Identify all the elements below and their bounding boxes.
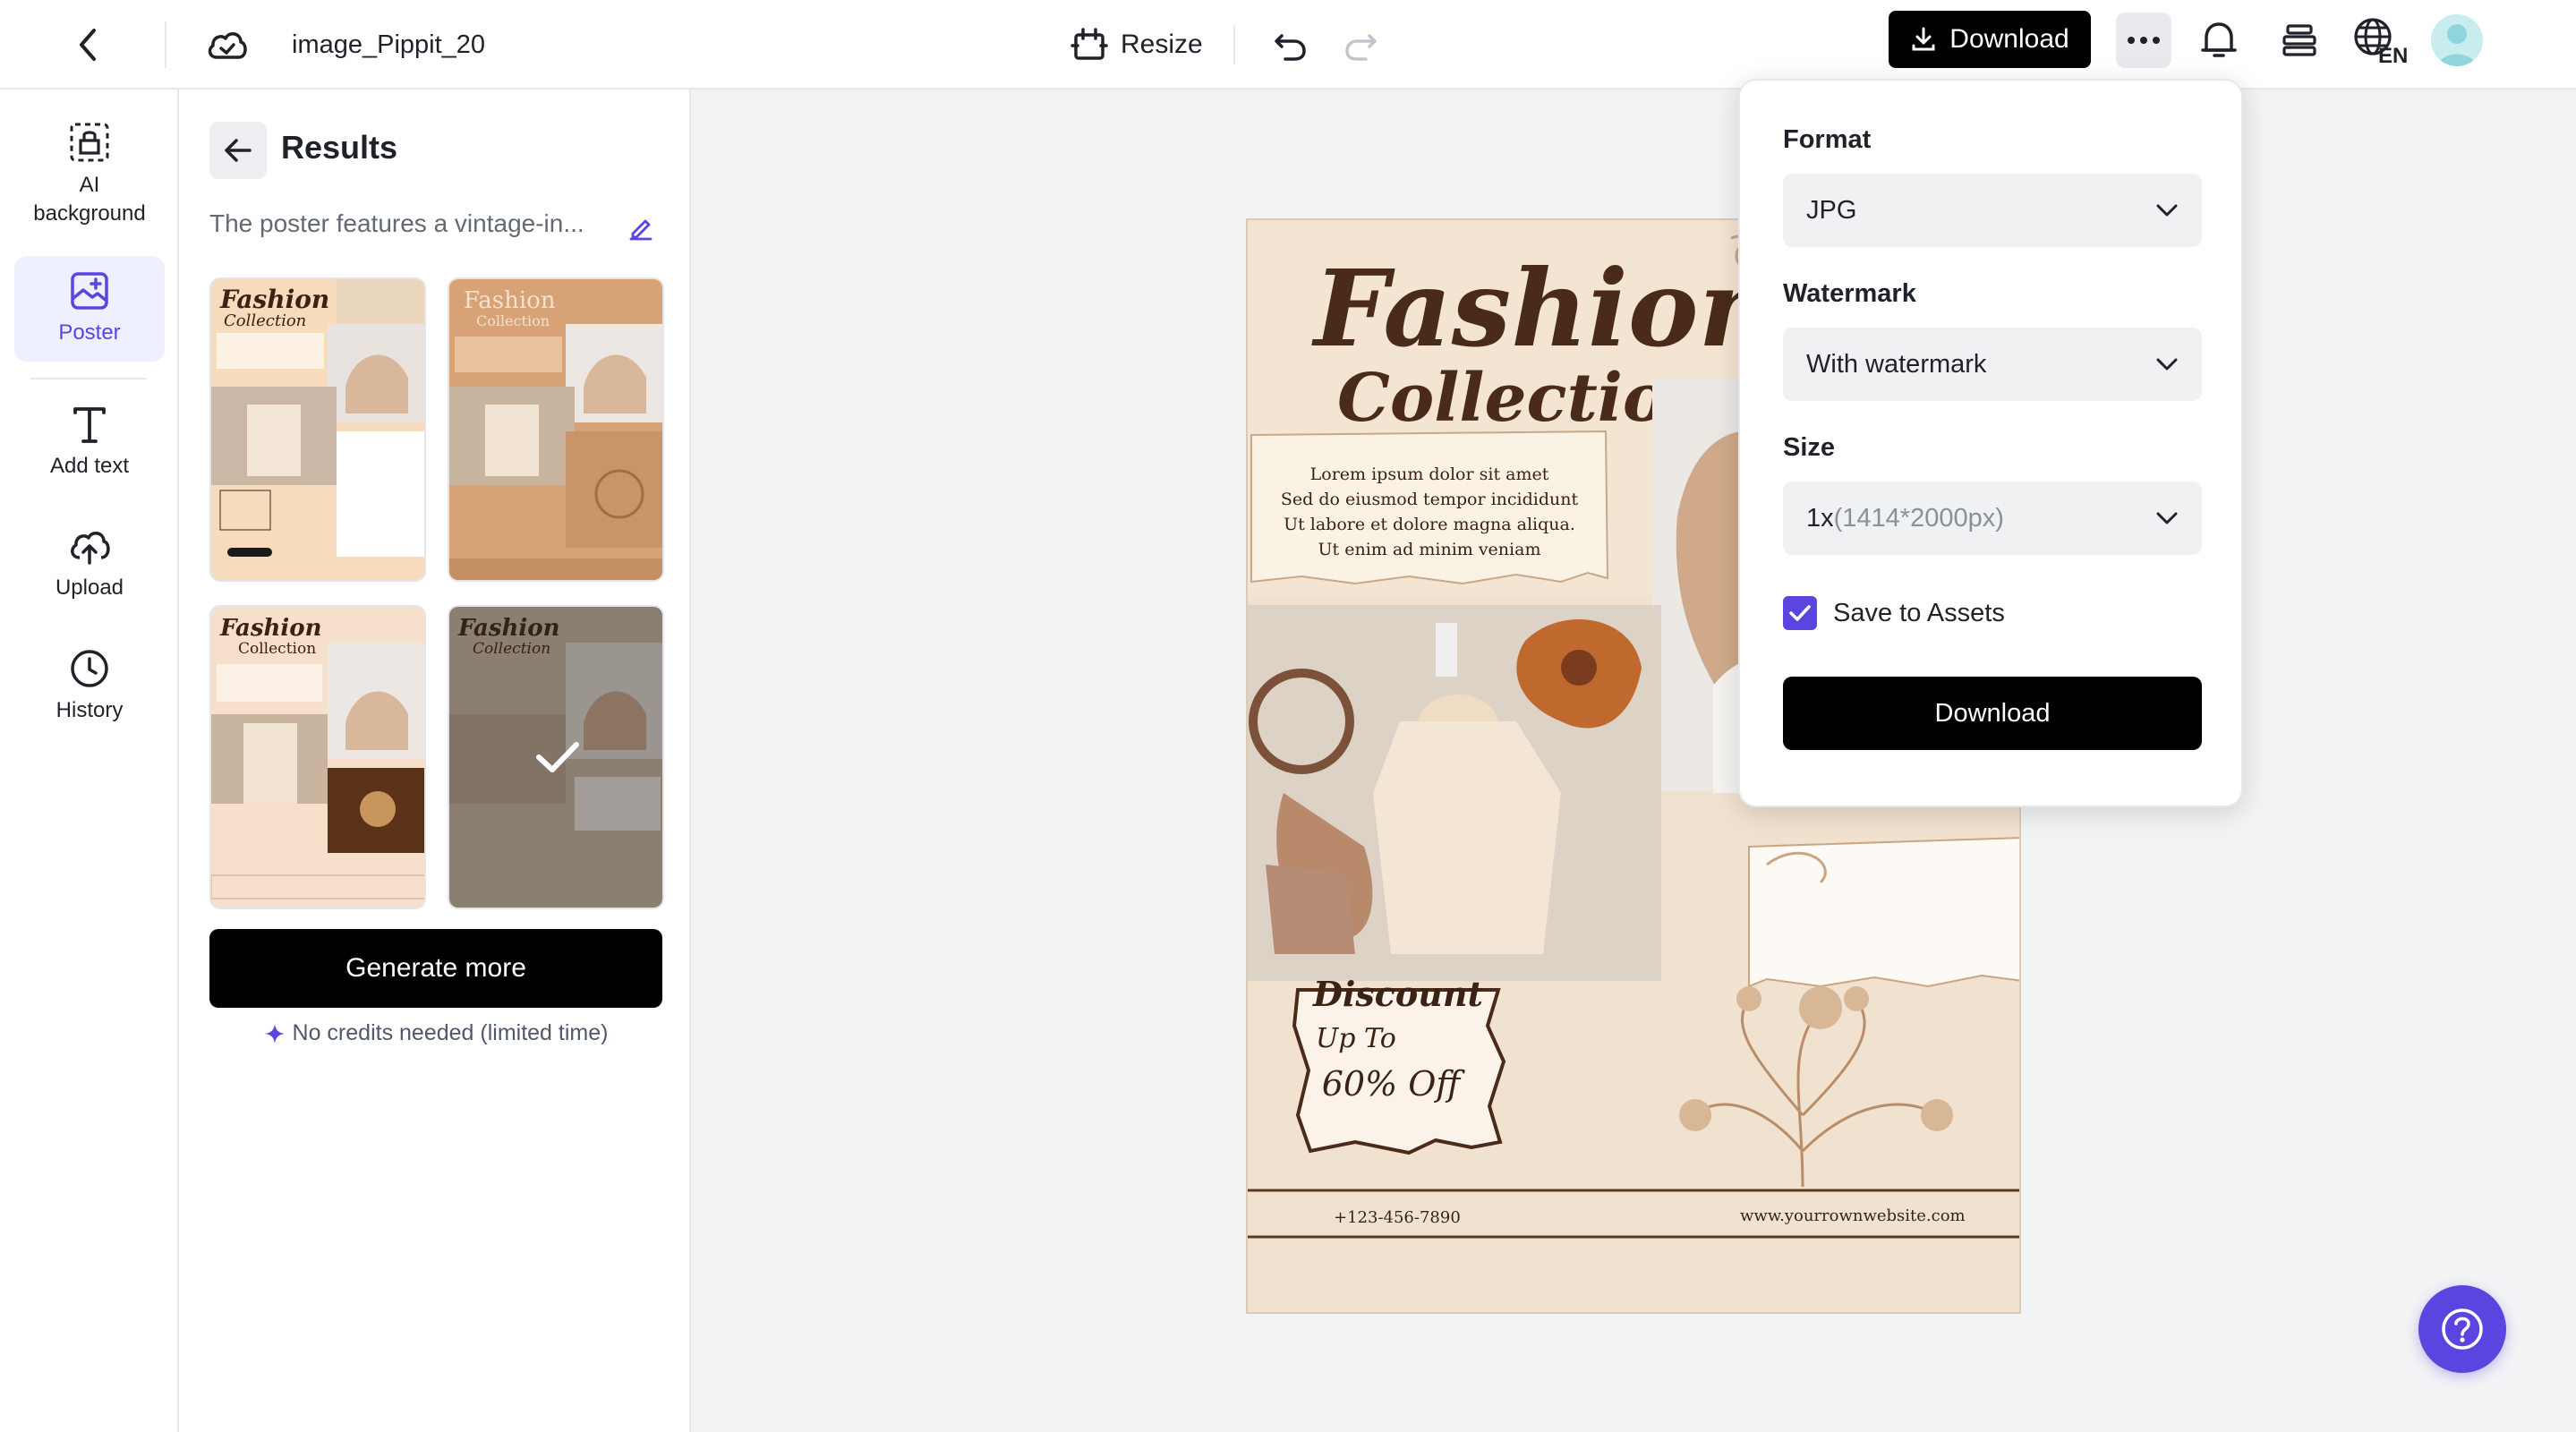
poster-discount-line2: Up To	[1316, 1023, 1396, 1054]
more-icon	[2128, 37, 2160, 44]
text-icon	[73, 407, 106, 443]
redo-icon	[1345, 34, 1377, 61]
watermark-label: Watermark	[1783, 279, 1916, 308]
poster-website: www.yourrownwebsite.com	[1740, 1206, 1966, 1225]
undo-icon	[1275, 34, 1306, 61]
size-label: Size	[1783, 433, 1836, 462]
result-thumbnail[interactable]: Fashion Collection	[209, 605, 426, 909]
download-label: Download	[1949, 24, 2069, 54]
credits-note-text: No credits needed (limited time)	[292, 1020, 609, 1045]
user-avatar-icon	[2438, 24, 2476, 66]
rail-label-upload: Upload	[55, 575, 124, 600]
result-thumbnail[interactable]: Fashion Collection	[209, 277, 426, 582]
checkbox-checked-icon[interactable]	[1783, 596, 1817, 630]
generate-more-button[interactable]: Generate more	[209, 929, 662, 1008]
divider	[1233, 25, 1235, 64]
poster-body-line: Sed do eiusmod tempor incididunt	[1281, 490, 1579, 509]
resize-button[interactable]: Resize	[1070, 18, 1203, 72]
thumbnail-subtitle: Collection	[224, 311, 306, 330]
chevron-left-icon	[80, 29, 96, 61]
redo-button[interactable]	[1334, 18, 1387, 72]
poster-discount-line3: 60% Off	[1322, 1064, 1466, 1104]
credits-note: No credits needed (limited time)	[209, 1020, 662, 1046]
bell-icon	[2201, 22, 2237, 57]
stack-icon	[2282, 24, 2316, 56]
result-thumbnail[interactable]: Fashion Collection	[448, 277, 664, 582]
ai-background-icon	[70, 123, 109, 162]
format-label: Format	[1783, 125, 1872, 154]
poster-phone: +123-456-7890	[1334, 1208, 1461, 1227]
rail-item-ai-background[interactable]: AI background	[14, 116, 165, 233]
poster-body-line: Lorem ipsum dolor sit amet	[1310, 465, 1549, 484]
thumbnail-title: Fashion	[464, 287, 556, 314]
svg-text:EN: EN	[2378, 44, 2408, 65]
chevron-down-icon	[2156, 204, 2178, 217]
pencil-icon	[629, 219, 653, 241]
watermark-value: With watermark	[1806, 349, 1987, 379]
chevron-down-icon	[2156, 512, 2178, 524]
rail-item-poster[interactable]: Poster	[14, 256, 165, 362]
rail-item-upload[interactable]: Upload	[14, 516, 165, 614]
format-value: JPG	[1806, 195, 1857, 225]
download-icon	[1912, 27, 1935, 51]
left-rail: AI background Poster Add text Upload His…	[0, 90, 179, 1432]
poster-title-line1: Fashion	[1311, 246, 1775, 371]
thumbnail-title: Fashion	[219, 615, 322, 642]
download-button[interactable]: Download	[1889, 11, 2091, 68]
top-bar: image_Pippit_20 Resize Download EN	[0, 0, 2576, 90]
watermark-select[interactable]: With watermark	[1783, 328, 2202, 401]
results-back-button[interactable]	[209, 122, 267, 179]
resize-label: Resize	[1121, 30, 1203, 59]
size-detail: (1414*2000px)	[1833, 503, 2004, 533]
layers-button[interactable]	[2272, 13, 2327, 68]
rail-item-history[interactable]: History	[14, 637, 165, 736]
poster-body-line: Ut labore et dolore magna aliqua.	[1284, 515, 1575, 534]
document-title[interactable]: image_Pippit_20	[292, 23, 485, 66]
poster-icon	[71, 272, 108, 310]
save-to-assets-checkbox[interactable]: Save to Assets	[1783, 596, 2005, 630]
language-button[interactable]: EN	[2349, 9, 2411, 72]
notifications-button[interactable]	[2191, 13, 2247, 68]
format-select[interactable]: JPG	[1783, 174, 2202, 247]
save-to-assets-label: Save to Assets	[1833, 598, 2005, 627]
rail-label-poster: Poster	[58, 320, 121, 345]
sparkle-icon	[264, 1023, 285, 1044]
size-select[interactable]: 1x(1414*2000px)	[1783, 482, 2202, 555]
back-button[interactable]	[63, 20, 113, 70]
thumbnail-subtitle: Collection	[476, 312, 550, 329]
poster-discount-line1: Discount	[1312, 974, 1484, 1014]
rail-item-add-text[interactable]: Add text	[14, 394, 165, 492]
globe-icon: EN	[2354, 18, 2408, 65]
results-panel: Results The poster features a vintage-in…	[179, 90, 691, 1432]
help-button[interactable]	[2418, 1285, 2506, 1373]
poster-body-line: Ut enim ad minim veniam	[1318, 540, 1541, 559]
size-value: 1x	[1806, 503, 1834, 533]
more-options-button[interactable]	[2116, 13, 2171, 68]
rail-label-history: History	[55, 698, 124, 722]
upload-icon	[71, 532, 110, 565]
arrow-left-icon	[225, 139, 252, 162]
thumbnail-title: Fashion	[219, 285, 329, 314]
result-thumbnail-selected[interactable]: Fashion Collection	[448, 605, 664, 909]
prompt-description: The poster features a vintage-in...	[209, 209, 584, 237]
undo-button[interactable]	[1264, 18, 1318, 72]
confirm-download-button[interactable]: Download	[1783, 677, 2202, 750]
rail-divider	[30, 378, 147, 379]
cloud-save-button[interactable]	[200, 18, 254, 72]
history-icon	[71, 650, 108, 687]
rail-label-add-text: Add text	[49, 454, 130, 478]
resize-icon	[1070, 28, 1108, 60]
thumbnail-subtitle: Collection	[238, 640, 316, 658]
chevron-down-icon	[2156, 358, 2178, 371]
download-panel: Format JPG Watermark With watermark Size…	[1738, 79, 2243, 807]
avatar[interactable]	[2431, 14, 2483, 66]
rail-label-ai-background: AI background	[33, 173, 146, 226]
results-title: Results	[281, 129, 398, 166]
question-icon	[2442, 1308, 2483, 1350]
edit-prompt-button[interactable]	[623, 209, 659, 245]
divider	[165, 21, 166, 68]
size-value-wrap: 1x(1414*2000px)	[1806, 504, 2004, 533]
cloud-icon	[208, 32, 247, 59]
